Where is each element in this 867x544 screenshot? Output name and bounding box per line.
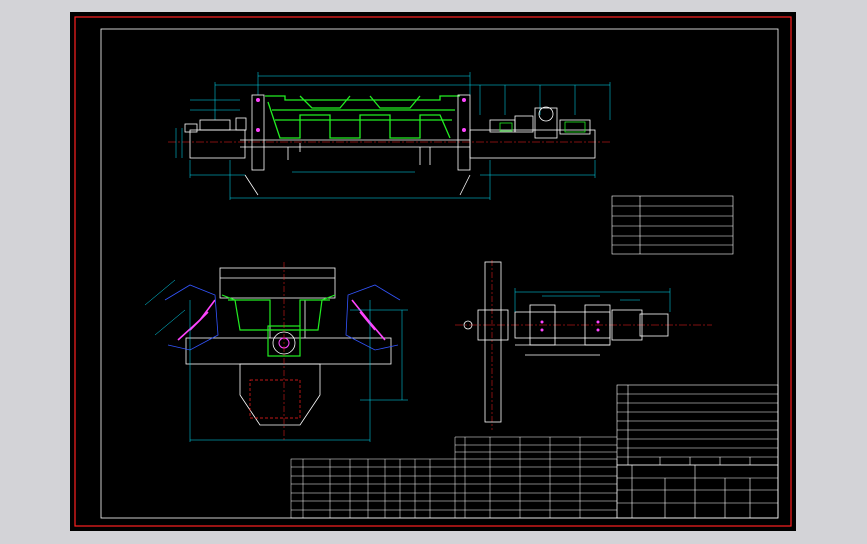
plan-bolt-marks <box>540 320 600 332</box>
drive-unit-accents <box>499 121 586 133</box>
hopper-outline <box>249 379 301 419</box>
plan-dimensions <box>514 288 671 312</box>
inner-border <box>100 28 779 519</box>
front-elevation-view <box>168 72 611 200</box>
trough-idler <box>265 95 460 139</box>
front-dimensions-top <box>175 72 611 158</box>
revision-grid <box>290 436 618 519</box>
trough-section <box>221 294 336 357</box>
plan-structure <box>463 261 669 423</box>
side-section-view <box>144 262 408 442</box>
front-dimensions-bottom <box>189 160 596 200</box>
outer-border <box>74 16 792 527</box>
plan-view <box>455 260 712 430</box>
cad-drawing-canvas <box>74 16 792 527</box>
parts-list-table <box>616 384 779 466</box>
side-arms <box>177 299 386 341</box>
technical-parameters-table <box>611 195 734 255</box>
title-block <box>616 464 779 519</box>
